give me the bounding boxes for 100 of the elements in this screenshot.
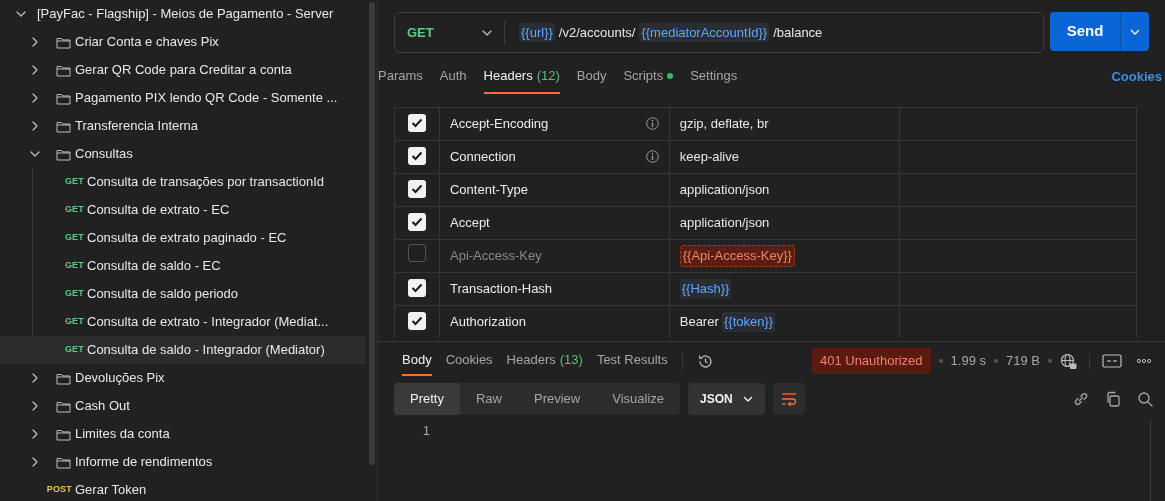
wrap-button[interactable] [772, 383, 805, 415]
folder-icon [56, 91, 71, 105]
format-dropdown[interactable]: JSON [688, 383, 765, 415]
request-item[interactable]: GET Consulta de saldo - Integrador (Mediator) [0, 336, 366, 364]
info-icon [645, 150, 659, 164]
folder-item[interactable]: Devoluções Pix [0, 364, 366, 392]
response-tab[interactable]: Body [402, 346, 432, 376]
chevron-down-icon[interactable] [30, 149, 40, 159]
chevron-right-icon[interactable] [30, 37, 40, 47]
folder-item[interactable]: Informe de rendimentos [0, 448, 366, 476]
status-badge: 401 Unauthorized [811, 348, 931, 374]
chevron-right-icon[interactable] [30, 373, 40, 383]
chevron-down-icon[interactable] [16, 9, 26, 19]
example-icon [1102, 354, 1122, 368]
request-tab[interactable]: Settings [690, 59, 738, 94]
folder-icon [56, 399, 71, 413]
line-number: 1 [421, 422, 430, 440]
response-tab[interactable]: Cookies [445, 346, 493, 376]
folder-item[interactable]: Transferencia Interna [0, 112, 366, 140]
chevron-right-icon[interactable] [30, 93, 40, 103]
method-label: GET [64, 287, 84, 301]
history-button[interactable] [696, 352, 714, 370]
scrollbar[interactable] [369, 2, 375, 465]
folder-item[interactable]: Criar Conta e chaves Pix [0, 28, 366, 56]
view-tab[interactable]: Preview [518, 383, 597, 415]
examples-button[interactable] [1102, 354, 1122, 368]
folder-icon [56, 63, 71, 77]
chevron-right-icon[interactable] [30, 401, 40, 411]
folder-item[interactable]: Cash Out [0, 392, 366, 420]
table-cell: keep-alive [669, 140, 899, 174]
collection-item[interactable]: [PayFac - Flagship] - Meios de Pagamento - Server [0, 0, 366, 28]
checkbox[interactable] [408, 180, 426, 199]
separator-dot [1048, 359, 1052, 363]
request-tab[interactable]: Auth [439, 59, 467, 94]
table-cell: Connection [439, 140, 670, 174]
caret-icon [742, 394, 753, 404]
request-item[interactable]: GET Consulta de saldo periodo [0, 280, 366, 308]
request-item[interactable]: POST Gerar Token [0, 476, 366, 501]
folder-icon [56, 427, 71, 441]
method-label: POST [46, 483, 72, 497]
globe-lock-icon [1060, 352, 1077, 370]
checkbox[interactable] [408, 279, 426, 298]
folder-item[interactable]: Gerar QR Code para Creditar a conta [0, 56, 366, 84]
send-button[interactable]: Send [1050, 12, 1120, 51]
checkbox[interactable] [408, 147, 426, 166]
request-tab[interactable]: Body [576, 59, 607, 94]
table-cell: Transaction-Hash [439, 272, 670, 306]
more-button[interactable] [1136, 358, 1152, 364]
request-item[interactable]: GET Consulta de extrato - Integrador (Mediat... [0, 308, 366, 336]
table-cell: {{Hash}} [669, 272, 899, 306]
network-button[interactable] [1060, 352, 1077, 370]
chevron-right-icon[interactable] [30, 429, 40, 439]
table-cell: Content-Type [439, 173, 670, 207]
request-item[interactable]: GET Consulta de transações por transactionId [0, 168, 366, 196]
chevron-right-icon[interactable] [30, 121, 40, 131]
method-dropdown[interactable]: GET [395, 20, 505, 45]
copy-button[interactable] [1105, 391, 1121, 407]
chevron-right-icon[interactable] [30, 65, 40, 75]
folder-icon [56, 147, 71, 161]
checkbox[interactable] [408, 244, 426, 263]
request-item[interactable]: GET Consulta de saldo - EC [0, 252, 366, 280]
request-tab[interactable]: Params [378, 59, 423, 94]
search-icon [1137, 391, 1153, 407]
checkbox[interactable] [408, 213, 426, 232]
request-item[interactable]: GET Consulta de extrato - EC [0, 196, 366, 224]
folder-item[interactable]: Consultas [0, 140, 366, 168]
view-tab[interactable]: Raw [459, 383, 518, 415]
cookies-link[interactable]: Cookies [1111, 67, 1162, 87]
copy-icon [1105, 391, 1121, 407]
folder-icon [56, 455, 71, 469]
view-tab[interactable]: Visualize [596, 383, 681, 415]
method-label: GET [64, 315, 84, 329]
checkbox[interactable] [408, 312, 426, 331]
table-cell: Api-Access-Key [439, 239, 670, 273]
view-tab[interactable]: Pretty [394, 383, 460, 415]
folder-item[interactable]: Pagamento PIX lendo QR Code - Somente ... [0, 84, 366, 112]
link-button[interactable] [1073, 391, 1089, 407]
folder-icon [56, 119, 71, 133]
response-size: 719 B [1006, 352, 1040, 371]
response-time: 1.99 s [950, 352, 986, 371]
response-tab[interactable]: Test Results [596, 346, 668, 376]
response-tab[interactable]: Headers (13) [506, 346, 583, 376]
separator-dot [938, 359, 943, 363]
folder-item[interactable]: Limites da conta [0, 420, 366, 448]
url-field[interactable]: {{url}} /v2/accounts/ {{mediatorAccountId}} /balance [505, 22, 823, 43]
link-icon [1073, 391, 1089, 407]
table-cell: Accept-Encoding [439, 107, 670, 141]
request-item[interactable]: GET Consulta de extrato paginado - EC [0, 224, 366, 252]
chevron-right-icon[interactable] [30, 457, 40, 467]
history-icon [696, 352, 714, 370]
method-label: GET [64, 203, 84, 217]
folder-icon [56, 35, 71, 49]
info-icon [645, 117, 659, 131]
search-button[interactable] [1137, 391, 1153, 407]
table-cell: Accept [439, 206, 670, 240]
method-label: GET [64, 343, 84, 357]
table-cell: application/json [669, 173, 899, 207]
checkbox[interactable] [408, 114, 426, 133]
request-tab[interactable]: Headers (12) [483, 59, 560, 94]
request-tab[interactable]: Scripts [623, 59, 674, 94]
